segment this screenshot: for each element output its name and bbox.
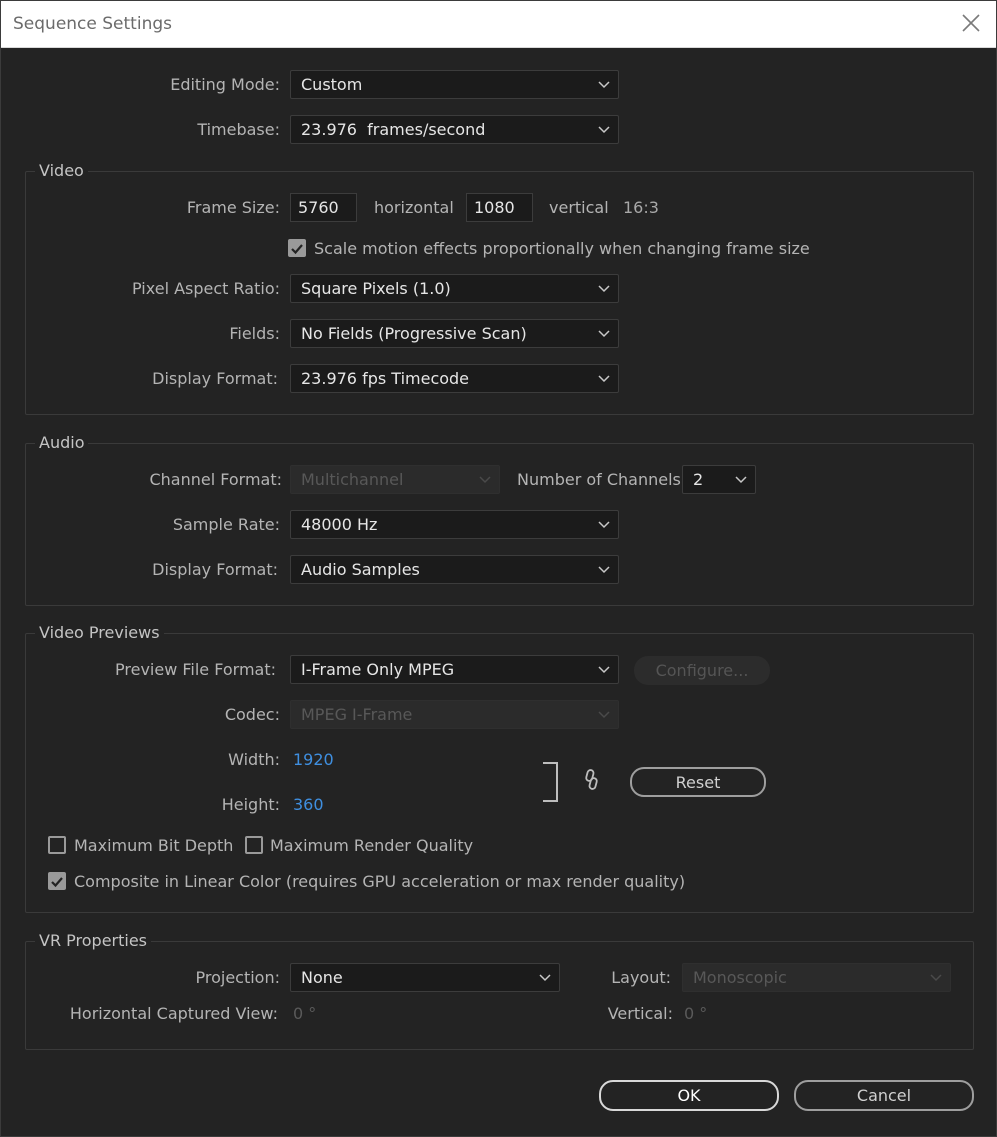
codec-dropdown: MPEG I-Frame — [290, 700, 619, 729]
configure-button: Configure... — [634, 656, 770, 685]
max-render-quality-checkbox[interactable] — [245, 836, 263, 854]
vr-properties-section-title: VR Properties — [35, 931, 152, 950]
dimension-bracket-icon — [543, 762, 558, 802]
audio-section-title: Audio — [35, 433, 89, 452]
chevron-down-icon — [598, 520, 610, 528]
chevron-down-icon — [598, 374, 610, 382]
codec-value: MPEG I-Frame — [301, 705, 413, 724]
editing-mode-value: Custom — [301, 75, 363, 94]
preview-file-format-dropdown[interactable]: I-Frame Only MPEG — [290, 655, 619, 684]
chevron-down-icon — [598, 329, 610, 337]
preview-width-value[interactable]: 1920 — [293, 750, 334, 769]
timebase-value: 23.976 frames/second — [301, 120, 486, 139]
window-title: Sequence Settings — [13, 14, 172, 34]
sample-rate-dropdown[interactable]: 48000 Hz — [290, 510, 619, 539]
width-label: Width: — [228, 750, 280, 769]
ok-button[interactable]: OK — [599, 1080, 779, 1111]
num-channels-value: 2 — [693, 470, 704, 489]
video-section-title: Video — [35, 161, 88, 180]
max-bit-depth-label: Maximum Bit Depth — [74, 836, 234, 855]
video-display-format-dropdown[interactable]: 23.976 fps Timecode — [290, 364, 619, 393]
chevron-down-icon — [479, 475, 491, 483]
checkmark-icon — [51, 877, 63, 888]
timebase-dropdown[interactable]: 23.976 frames/second — [290, 115, 619, 144]
sample-rate-label: Sample Rate: — [172, 515, 280, 534]
codec-label: Codec: — [224, 705, 280, 724]
chevron-down-icon — [598, 710, 610, 718]
audio-display-format-label: Display Format: — [152, 560, 278, 579]
projection-dropdown[interactable]: None — [290, 963, 560, 992]
chevron-down-icon — [930, 973, 942, 981]
video-previews-section-title: Video Previews — [35, 623, 164, 642]
chevron-down-icon — [598, 284, 610, 292]
aspect-ratio-readout: 16:3 — [623, 198, 659, 217]
layout-label: Layout: — [611, 968, 671, 987]
max-render-quality-label: Maximum Render Quality — [270, 836, 474, 855]
horizontal-captured-view-value: 0 ° — [293, 1004, 317, 1023]
cancel-button[interactable]: Cancel — [794, 1080, 974, 1111]
vr-properties-section — [25, 941, 974, 1050]
chevron-down-icon — [598, 565, 610, 573]
chevron-down-icon — [598, 80, 610, 88]
vertical-label: vertical — [549, 198, 609, 217]
editing-mode-dropdown[interactable]: Custom — [290, 70, 619, 99]
pixel-aspect-label: Pixel Aspect Ratio: — [132, 279, 280, 298]
vertical-view-value: 0 ° — [684, 1004, 708, 1023]
checkmark-icon — [291, 244, 303, 255]
fields-dropdown[interactable]: No Fields (Progressive Scan) — [290, 319, 619, 348]
timebase-label: Timebase: — [197, 120, 280, 139]
layout-dropdown: Monoscopic — [682, 963, 951, 992]
scale-motion-checkbox[interactable] — [288, 239, 306, 257]
projection-label: Projection: — [195, 968, 280, 987]
max-bit-depth-checkbox[interactable] — [48, 836, 66, 854]
horizontal-label: horizontal — [374, 198, 454, 217]
composite-linear-checkbox[interactable] — [48, 872, 66, 890]
layout-value: Monoscopic — [693, 968, 787, 987]
preview-height-value[interactable]: 360 — [293, 795, 324, 814]
video-display-format-label: Display Format: — [152, 369, 278, 388]
num-channels-label: Number of Channels: — [517, 470, 687, 489]
fields-label: Fields: — [229, 324, 280, 343]
channel-format-label: Channel Format: — [149, 470, 282, 489]
sample-rate-value: 48000 Hz — [301, 515, 378, 534]
chevron-down-icon — [735, 475, 747, 483]
num-channels-dropdown[interactable]: 2 — [682, 465, 756, 494]
video-display-format-value: 23.976 fps Timecode — [301, 369, 470, 388]
audio-display-format-dropdown[interactable]: Audio Samples — [290, 555, 619, 584]
height-label: Height: — [221, 795, 280, 814]
chevron-down-icon — [539, 973, 551, 981]
channel-format-value: Multichannel — [301, 470, 404, 489]
frame-height-input[interactable]: 1080 — [466, 193, 533, 222]
audio-display-format-value: Audio Samples — [301, 560, 420, 579]
composite-linear-label: Composite in Linear Color (requires GPU … — [74, 872, 686, 891]
editing-mode-label: Editing Mode: — [170, 75, 280, 94]
pixel-aspect-dropdown[interactable]: Square Pixels (1.0) — [290, 274, 619, 303]
chevron-down-icon — [598, 665, 610, 673]
link-chain-icon[interactable] — [583, 768, 601, 792]
frame-width-input[interactable]: 5760 — [290, 193, 357, 222]
horizontal-captured-view-label: Horizontal Captured View: — [69, 1004, 278, 1023]
pixel-aspect-value: Square Pixels (1.0) — [301, 279, 451, 298]
preview-file-format-label: Preview File Format: — [115, 660, 276, 679]
preview-file-format-value: I-Frame Only MPEG — [301, 660, 455, 679]
fields-value: No Fields (Progressive Scan) — [301, 324, 527, 343]
projection-value: None — [301, 968, 343, 987]
close-icon[interactable] — [960, 12, 982, 34]
chevron-down-icon — [598, 125, 610, 133]
frame-size-label: Frame Size: — [186, 198, 280, 217]
reset-button[interactable]: Reset — [630, 767, 766, 797]
scale-motion-label: Scale motion effects proportionally when… — [314, 239, 810, 258]
title-bar: Sequence Settings — [1, 1, 996, 48]
channel-format-dropdown: Multichannel — [290, 465, 500, 494]
vertical-view-label: Vertical: — [607, 1004, 673, 1023]
